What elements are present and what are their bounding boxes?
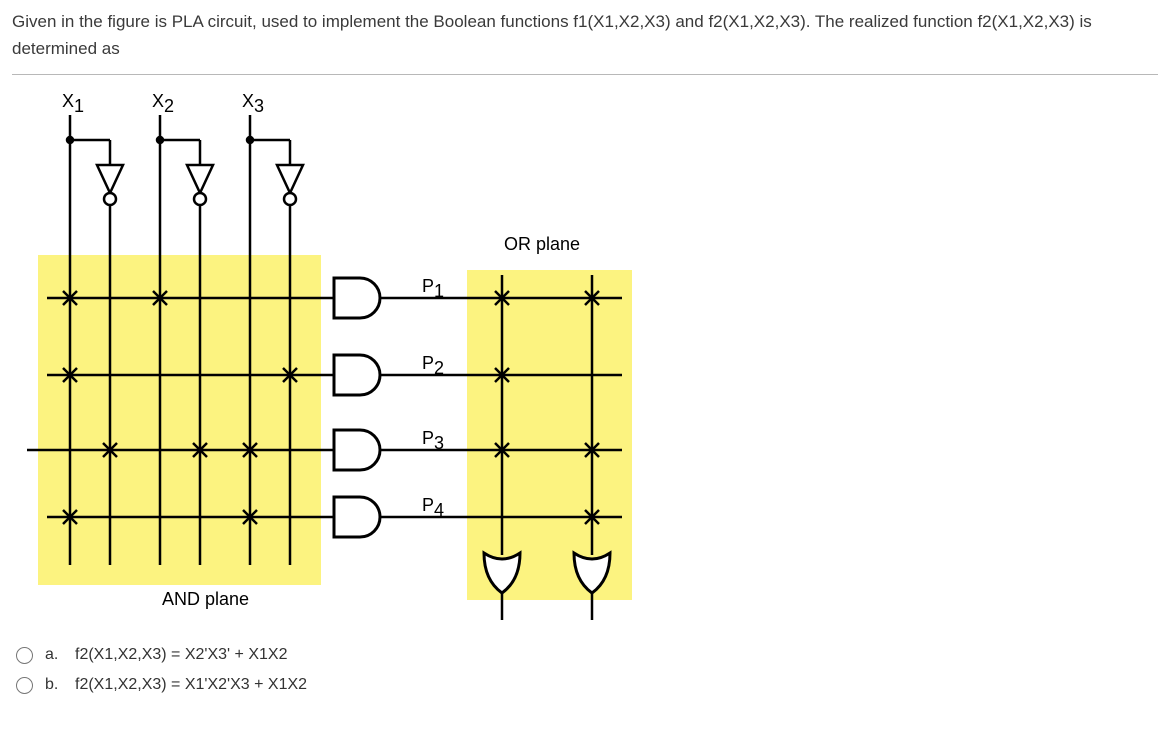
pla-circuit-diagram: X1 X2 X3	[12, 85, 642, 620]
option-text: f2(X1,X2,X3) = X1'X2'X3 + X1X2	[75, 676, 307, 694]
and-gate-icon	[334, 497, 380, 537]
or-plane-bg	[467, 270, 632, 600]
option-a-radio[interactable]	[16, 647, 33, 664]
question-text: Given in the figure is PLA circuit, used…	[12, 8, 1158, 62]
x3-label: X3	[242, 91, 264, 116]
x2-label: X2	[152, 91, 174, 116]
option-b-radio[interactable]	[16, 677, 33, 694]
x1-label: X1	[62, 91, 84, 116]
answer-options: a. f2(X1,X2,X3) = X2'X3' + X1X2 b. f2(X1…	[12, 640, 1158, 700]
option-letter: a.	[45, 646, 63, 664]
option-a[interactable]: a. f2(X1,X2,X3) = X2'X3' + X1X2	[12, 640, 1158, 670]
and-gate-icon	[334, 430, 380, 470]
figure-container: X1 X2 X3	[12, 74, 1158, 620]
option-b[interactable]: b. f2(X1,X2,X3) = X1'X2'X3 + X1X2	[12, 670, 1158, 700]
or-plane-label: OR plane	[504, 234, 580, 254]
option-text: f2(X1,X2,X3) = X2'X3' + X1X2	[75, 646, 287, 664]
and-gate-icon	[334, 355, 380, 395]
and-plane-label: AND plane	[162, 589, 249, 609]
option-letter: b.	[45, 676, 63, 694]
and-gate-icon	[334, 278, 380, 318]
and-plane-bg	[38, 255, 321, 585]
